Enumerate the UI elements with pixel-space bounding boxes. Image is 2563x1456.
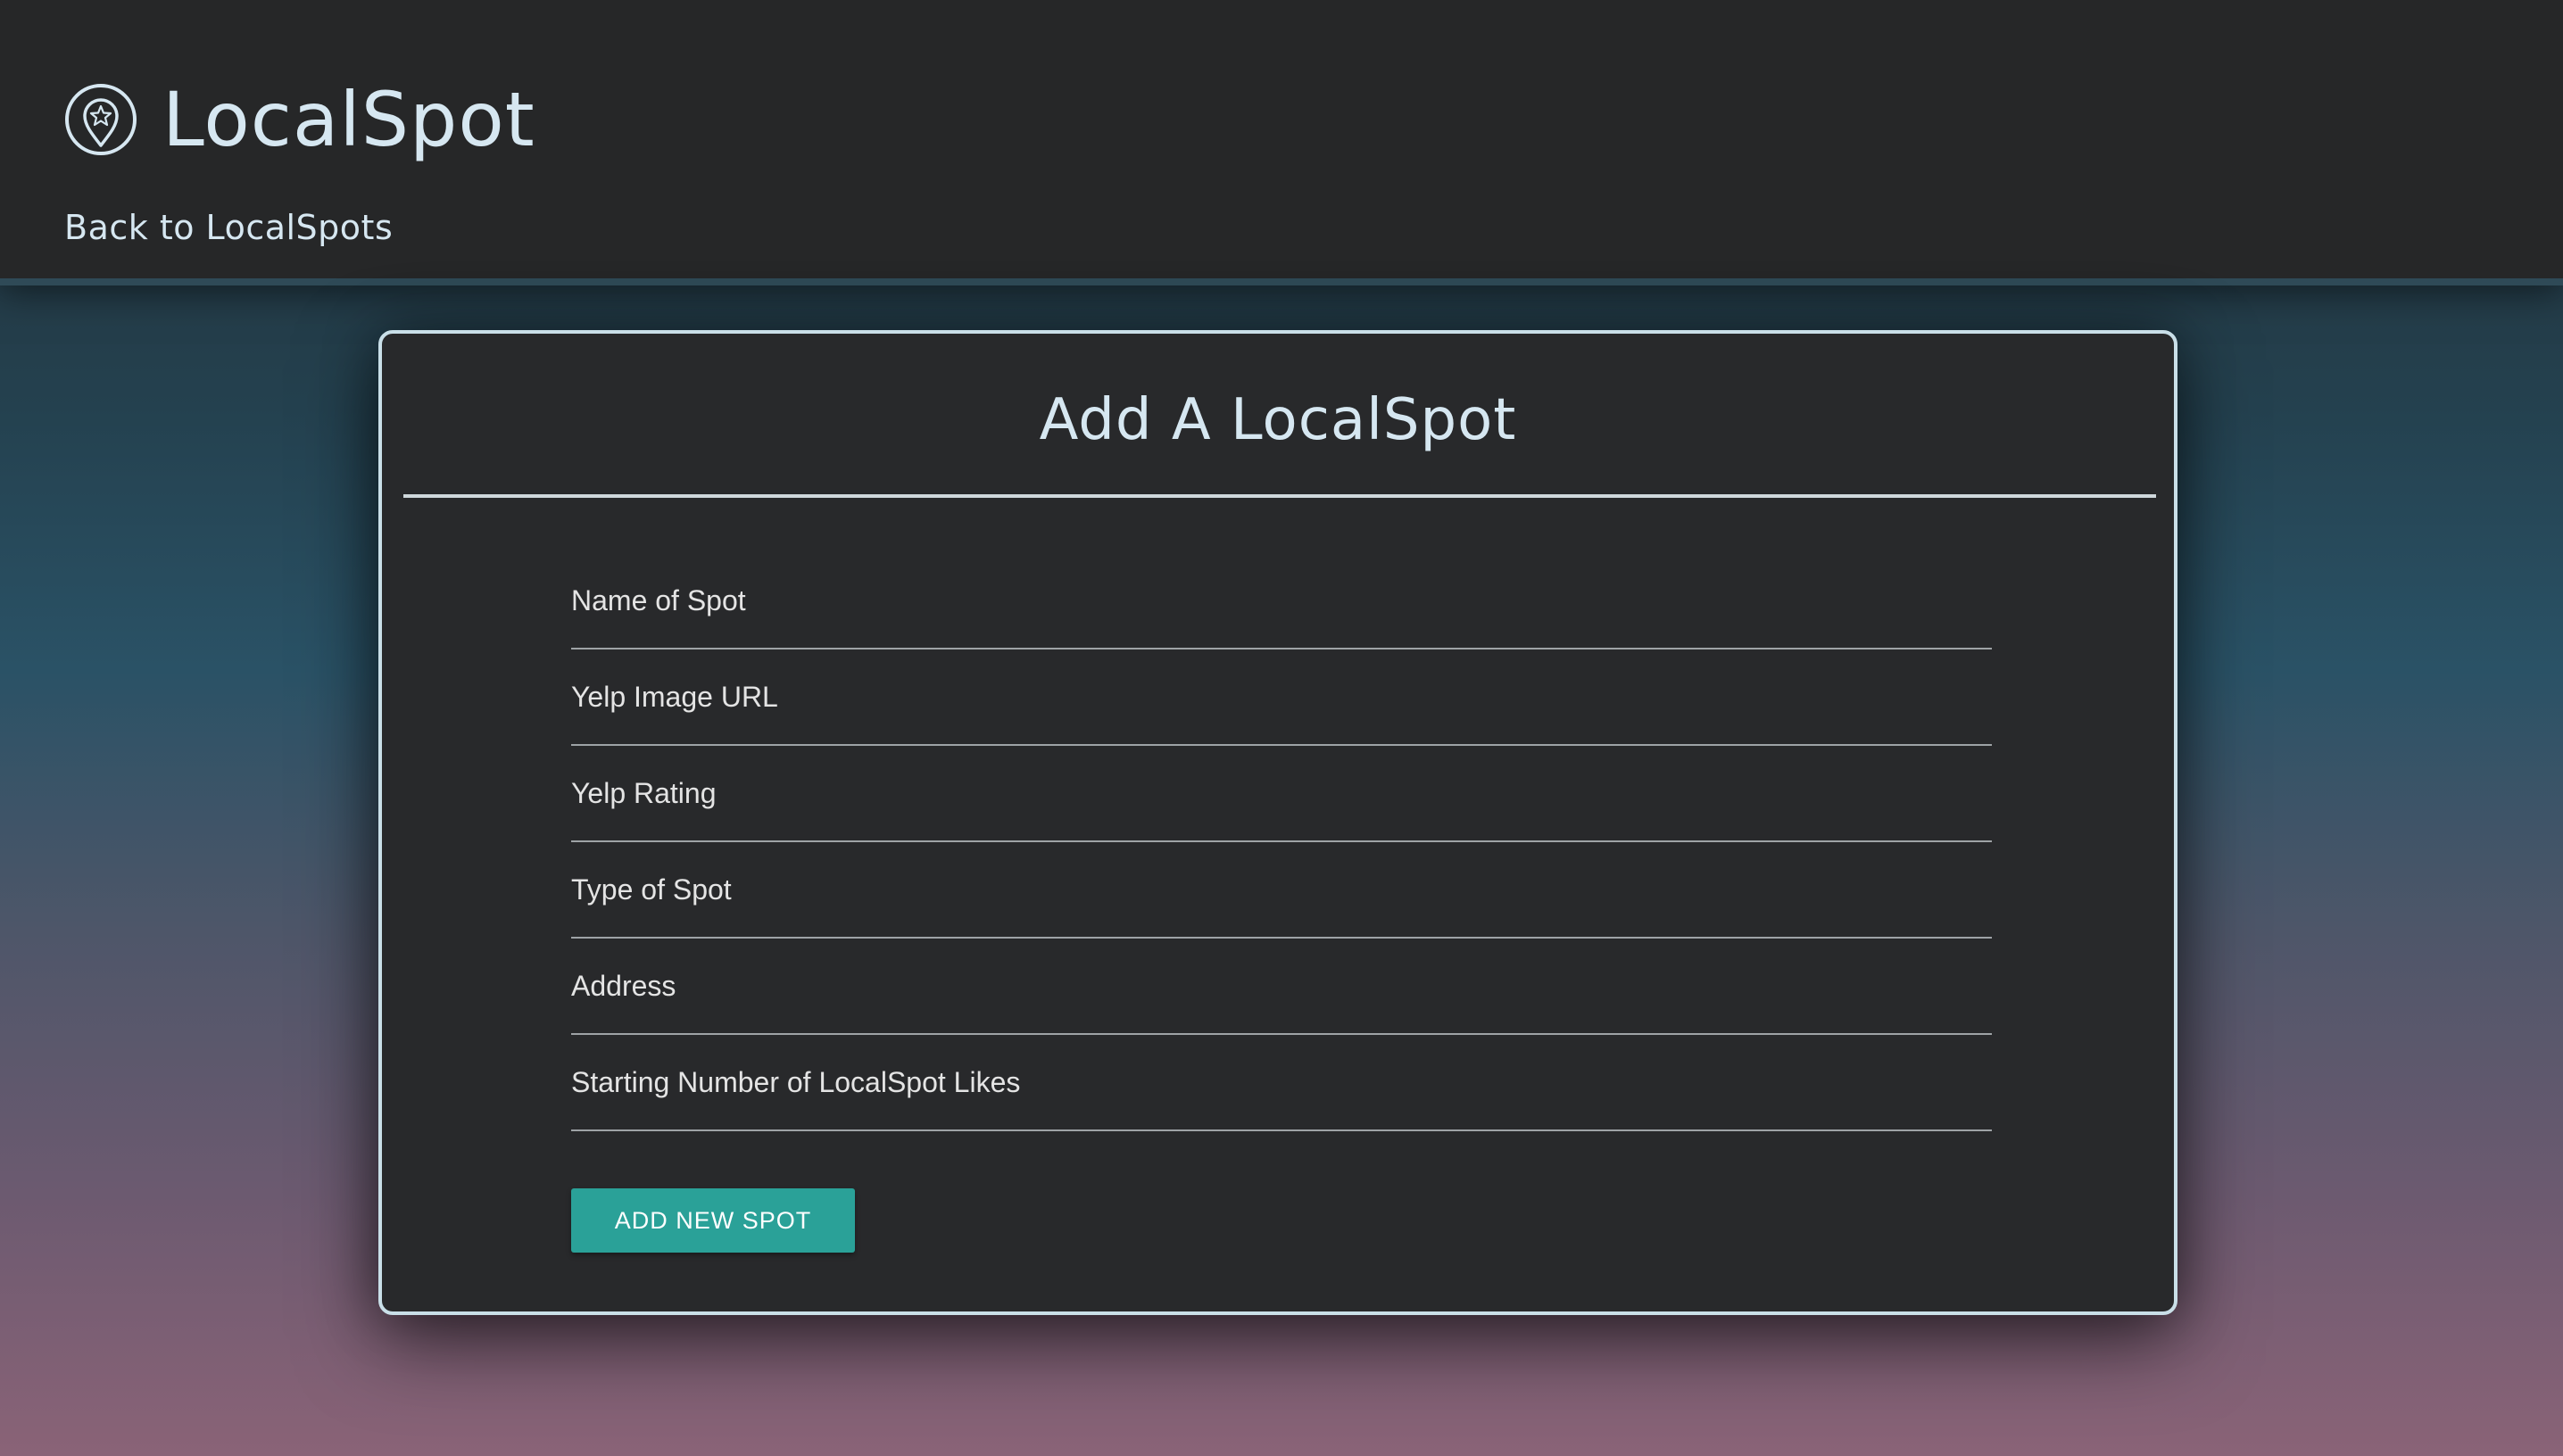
brand[interactable]: LocalSpot: [64, 82, 535, 157]
back-to-localspots-link[interactable]: Back to LocalSpots: [64, 208, 393, 247]
name-field: [571, 553, 1992, 649]
type-field: [571, 842, 1992, 939]
likes-field: [571, 1035, 1992, 1131]
add-new-spot-button[interactable]: ADD NEW SPOT: [571, 1188, 855, 1253]
site-header: LocalSpot Back to LocalSpots: [0, 0, 2563, 285]
page-title: Add A LocalSpot: [1039, 387, 1517, 453]
rating-field: [571, 746, 1992, 842]
starting-likes-input[interactable]: [571, 1035, 1992, 1129]
address-field: [571, 939, 1992, 1035]
image-url-field: [571, 649, 1992, 746]
name-of-spot-input[interactable]: [571, 553, 1992, 648]
add-spot-form: [571, 553, 1992, 1131]
yelp-rating-input[interactable]: [571, 746, 1992, 840]
add-spot-card: Add A LocalSpot ADD NEW SPOT: [378, 330, 2177, 1315]
title-divider: [403, 494, 2156, 498]
yelp-image-url-input[interactable]: [571, 649, 1992, 744]
brand-title: LocalSpot: [162, 76, 535, 163]
type-of-spot-input[interactable]: [571, 842, 1992, 937]
location-star-pin-icon: [65, 84, 137, 155]
address-input[interactable]: [571, 939, 1992, 1033]
